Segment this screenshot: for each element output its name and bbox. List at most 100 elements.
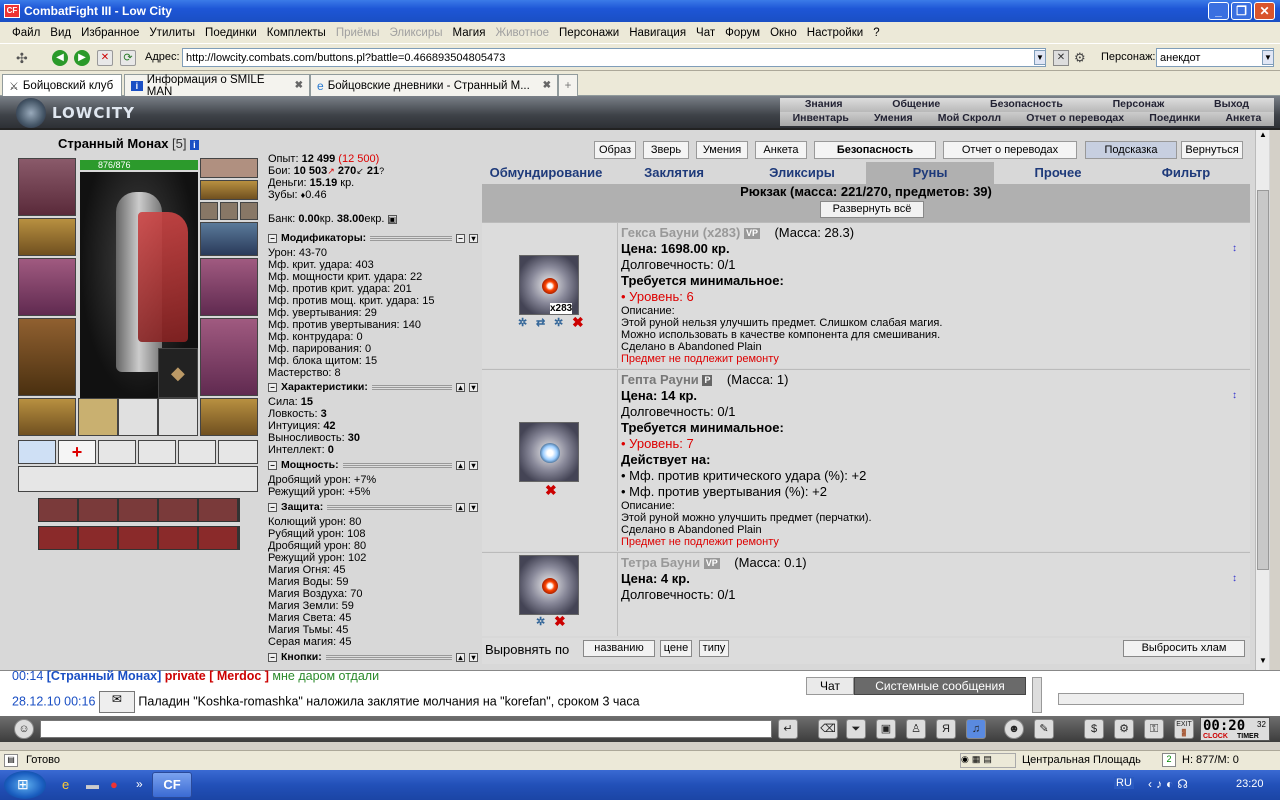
boots-slot[interactable] xyxy=(200,398,258,436)
nav-fights[interactable]: Поединки xyxy=(1149,112,1200,126)
minimize-button[interactable]: _ xyxy=(1208,2,1229,20)
tab-equipment[interactable]: Обмундирование xyxy=(482,162,610,184)
info-icon[interactable]: i xyxy=(190,140,199,150)
helmet-slot[interactable] xyxy=(18,158,76,216)
beast-button[interactable]: Зверь xyxy=(643,141,689,159)
nav-exit[interactable]: Выход xyxy=(1214,98,1249,112)
legs-slot[interactable] xyxy=(200,318,258,396)
return-button[interactable]: Вернуться xyxy=(1181,141,1243,159)
start-button[interactable]: ⊞ xyxy=(4,771,46,799)
weapon-slot[interactable] xyxy=(18,258,76,316)
pet-slot[interactable]: ◆ xyxy=(158,348,198,398)
empty-scroll-slot[interactable] xyxy=(98,440,136,464)
maximize-button[interactable]: ❐ xyxy=(1231,2,1252,20)
hint-button[interactable]: Подсказка xyxy=(1085,141,1177,159)
music-icon[interactable]: ♫ xyxy=(966,719,986,739)
delete-icon[interactable]: ✖ xyxy=(545,482,557,499)
techniques-row-2[interactable] xyxy=(38,526,240,550)
emoticon-icon[interactable]: ☻ xyxy=(1004,719,1024,739)
menu-view[interactable]: Вид xyxy=(50,27,71,39)
smile-icon[interactable]: ☺ xyxy=(14,719,34,739)
scroll-slot[interactable] xyxy=(78,398,118,436)
persona-input[interactable] xyxy=(1156,48,1274,67)
menu-elixirs[interactable]: Эликсиры xyxy=(389,27,442,39)
expand-arrows-icon[interactable]: ↕ xyxy=(1232,573,1242,609)
sort-by-type-button[interactable]: типу xyxy=(699,640,729,657)
amulet-slot[interactable] xyxy=(200,180,258,200)
ring-slot-2[interactable] xyxy=(220,202,238,220)
rune-image[interactable] xyxy=(519,422,579,482)
profile-button[interactable]: Анкета xyxy=(755,141,807,159)
nav-security[interactable]: Безопасность xyxy=(990,98,1063,112)
menu-favorites[interactable]: Избранное xyxy=(81,27,139,39)
menu-window[interactable]: Окно xyxy=(770,27,797,39)
menu-settings[interactable]: Настройки xyxy=(807,27,863,39)
lock-icon[interactable]: ⚿ xyxy=(1144,719,1164,739)
menu-file[interactable]: Файл xyxy=(12,27,40,39)
empty-slot[interactable] xyxy=(158,398,198,436)
first-aid-icon[interactable]: + xyxy=(58,440,96,464)
gears-icon[interactable]: ⚙ xyxy=(1114,719,1134,739)
system-messages-tab[interactable]: Системные сообщения xyxy=(854,677,1026,695)
menu-techniques[interactable]: Приёмы xyxy=(336,27,380,39)
page-scrollbar[interactable]: ▲ ▼ xyxy=(1255,130,1269,670)
chevron-down-icon[interactable]: ▼ xyxy=(1034,50,1046,65)
chat-scrollbar[interactable] xyxy=(1032,677,1042,713)
scroll-thumb[interactable] xyxy=(1257,190,1269,570)
forward-icon[interactable]: ▶ xyxy=(74,50,90,66)
close-button[interactable]: ✕ xyxy=(1254,2,1275,20)
clock-widget[interactable]: 00:20 32 CLOCK TIMER xyxy=(1200,717,1270,741)
menu-sets[interactable]: Комплекты xyxy=(267,27,326,39)
eraser-icon[interactable]: ⌫ xyxy=(818,719,838,739)
nav-character[interactable]: Персонаж xyxy=(1113,98,1165,112)
menu-magic[interactable]: Магия xyxy=(453,27,486,39)
empty-scroll-slot[interactable] xyxy=(178,440,216,464)
opera-quicklaunch-icon[interactable]: ● xyxy=(110,777,118,792)
armor-slot[interactable] xyxy=(18,318,76,396)
status-icons[interactable]: ◉▦▤ xyxy=(960,753,1016,768)
scroll-slot-1[interactable] xyxy=(18,440,56,464)
delete-icon[interactable]: ✖ xyxy=(554,613,566,630)
item-name[interactable]: Гепта Рауни xyxy=(621,372,699,387)
nav-my-scroll[interactable]: Мой Скролл xyxy=(938,112,1001,126)
persona-dropdown-icon[interactable]: ▼ xyxy=(1262,50,1274,65)
ring-slot-1[interactable] xyxy=(200,202,218,220)
section-buttons-header[interactable]: − Кнопки: ▴ ▾ xyxy=(268,651,478,663)
skills-button[interactable]: Умения xyxy=(696,141,748,159)
belt-slot[interactable] xyxy=(18,398,76,436)
shield-slot[interactable] xyxy=(200,258,258,316)
unpack-icon[interactable]: ✲ xyxy=(536,615,545,628)
image-button[interactable]: Образ xyxy=(594,141,636,159)
new-tab-button[interactable]: + xyxy=(558,74,578,96)
section-modifiers-header[interactable]: − Модификаторы: − ▾ xyxy=(268,232,478,244)
expand-all-button[interactable]: Развернуть всё xyxy=(820,201,924,218)
bracers-slot[interactable] xyxy=(18,218,76,256)
nav-knowledge[interactable]: Знания xyxy=(805,98,843,112)
close-tab-icon[interactable]: ✖ xyxy=(295,80,303,91)
ie-quicklaunch-icon[interactable]: e xyxy=(62,777,69,792)
tab-fight-diaries[interactable]: e Бойцовские дневники - Странный М... ✖ xyxy=(310,74,558,96)
empty-scroll-slot[interactable] xyxy=(138,440,176,464)
tab-runes[interactable]: Руны xyxy=(866,162,994,184)
delete-icon[interactable]: ✖ xyxy=(572,314,584,331)
address-input[interactable] xyxy=(182,48,1046,67)
money-bag-icon[interactable]: $ xyxy=(1084,719,1104,739)
settings-gears-icon[interactable]: ⚙ xyxy=(1074,50,1092,66)
section-characteristics-header[interactable]: − Характеристики: ▴ ▾ xyxy=(268,381,478,393)
walk-icon[interactable]: ♙ xyxy=(906,719,926,739)
exit-icon[interactable]: EXIT 🚪 xyxy=(1174,719,1194,739)
character-name[interactable]: Странный Монах xyxy=(58,136,168,151)
menu-utilities[interactable]: Утилиты xyxy=(149,27,195,39)
sort-by-price-button[interactable]: цене xyxy=(660,640,692,657)
chat-tab[interactable]: Чат xyxy=(806,677,854,695)
tab-fight-club[interactable]: ⚔ Бойцовский клуб xyxy=(2,74,122,97)
tab-other[interactable]: Прочее xyxy=(994,162,1122,184)
section-defense-header[interactable]: − Защита: ▴ ▾ xyxy=(268,501,478,513)
transfer-report-button[interactable]: Отчет о переводах xyxy=(943,141,1077,159)
empty-scroll-slot[interactable] xyxy=(218,440,258,464)
nav-profile[interactable]: Анкета xyxy=(1225,112,1261,126)
monitor-icon[interactable]: ▣ xyxy=(876,719,896,739)
tab-elixirs[interactable]: Эликсиры xyxy=(738,162,866,184)
security-button[interactable]: Безопасность xyxy=(814,141,936,159)
techniques-row-1[interactable] xyxy=(38,498,240,522)
